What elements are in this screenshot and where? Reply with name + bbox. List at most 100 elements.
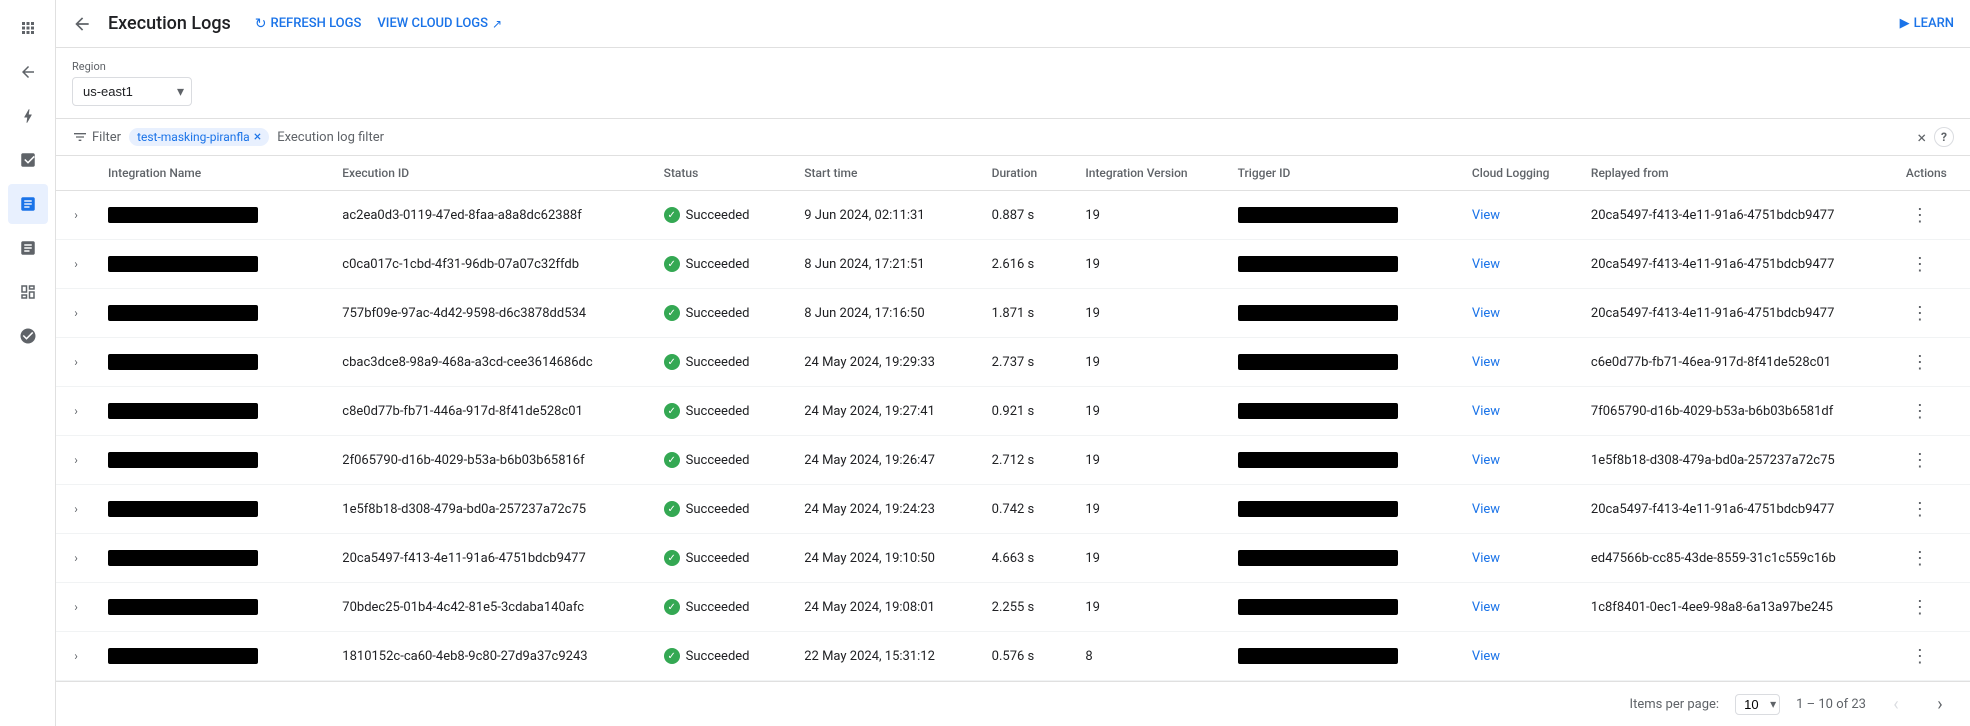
- refresh-logs-button[interactable]: ↻ REFRESH LOGS: [255, 16, 362, 32]
- per-page-select[interactable]: 5 10 25 50: [1735, 694, 1780, 715]
- region-label: Region: [72, 60, 1954, 73]
- duration-cell: 1.871 s: [980, 289, 1074, 338]
- row-more-button[interactable]: ⋮: [1906, 201, 1934, 229]
- replayed-from-cell: c6e0d77b-fb71-46ea-917d-8f41de528c01: [1579, 338, 1894, 387]
- cloud-logging-view-link[interactable]: View: [1472, 649, 1500, 664]
- status-icon: ✓: [664, 599, 680, 615]
- back-nav-icon[interactable]: [8, 52, 48, 92]
- row-more-button[interactable]: ⋮: [1906, 348, 1934, 376]
- cloud-logging-cell: View: [1460, 191, 1579, 240]
- replayed-from-cell: 20ca5497-f413-4e11-91a6-4751bdcb9477: [1579, 289, 1894, 338]
- start-time-cell: 24 May 2024, 19:27:41: [792, 387, 979, 436]
- header: Execution Logs ↻ REFRESH LOGS VIEW CLOUD…: [56, 0, 1970, 48]
- filter-chip-label: test-masking-piranfla: [137, 130, 250, 144]
- integration-name-cell: [96, 436, 330, 485]
- row-expand-button[interactable]: ›: [68, 404, 84, 418]
- replayed-from-cell: 20ca5497-f413-4e11-91a6-4751bdcb9477: [1579, 191, 1894, 240]
- start-time-cell: 24 May 2024, 19:29:33: [792, 338, 979, 387]
- cloud-logging-cell: View: [1460, 583, 1579, 632]
- row-more-button[interactable]: ⋮: [1906, 250, 1934, 278]
- filter-chip-close-icon[interactable]: ×: [254, 130, 261, 144]
- trigger-id-redacted: [1238, 354, 1398, 370]
- cloud-logging-view-link[interactable]: View: [1472, 600, 1500, 615]
- settings-icon[interactable]: [8, 316, 48, 356]
- row-expand-button[interactable]: ›: [68, 502, 84, 516]
- row-more-button[interactable]: ⋮: [1906, 397, 1934, 425]
- execution-id-cell: c8e0d77b-fb71-446a-917d-8f41de528c01: [330, 387, 651, 436]
- filter-button[interactable]: Filter: [72, 129, 121, 145]
- integration-name-redacted: [108, 501, 258, 517]
- row-more-button[interactable]: ⋮: [1906, 544, 1934, 572]
- execution-id-cell: 1e5f8b18-d308-479a-bd0a-257237a72c75: [330, 485, 651, 534]
- status-cell: ✓Succeeded: [652, 191, 793, 240]
- row-expand-button[interactable]: ›: [68, 649, 84, 663]
- executions-icon[interactable]: [8, 184, 48, 224]
- cloud-logging-view-link[interactable]: View: [1472, 502, 1500, 517]
- status-icon: ✓: [664, 403, 680, 419]
- status-text: Succeeded: [686, 453, 750, 468]
- duration-cell: 0.742 s: [980, 485, 1074, 534]
- row-expand-button[interactable]: ›: [68, 355, 84, 369]
- cloud-logging-cell: View: [1460, 289, 1579, 338]
- filter-chip[interactable]: test-masking-piranfla ×: [129, 128, 269, 146]
- integrations-icon[interactable]: [8, 96, 48, 136]
- row-more-button[interactable]: ⋮: [1906, 446, 1934, 474]
- cloud-logging-view-link[interactable]: View: [1472, 208, 1500, 223]
- templates-icon[interactable]: [8, 272, 48, 312]
- per-page-select-wrapper: 5 10 25 50 ▾: [1735, 694, 1780, 715]
- table-wrapper: Integration Name Execution ID Status Sta…: [56, 156, 1970, 681]
- trigger-id-cell: [1226, 387, 1460, 436]
- status-text: Succeeded: [686, 208, 750, 223]
- actions-cell: ⋮: [1894, 436, 1970, 485]
- row-expand-button[interactable]: ›: [68, 208, 84, 222]
- cloud-logging-cell: View: [1460, 485, 1579, 534]
- status-cell: ✓Succeeded: [652, 387, 793, 436]
- items-per-page-label: Items per page:: [1630, 697, 1720, 712]
- trigger-id-cell: [1226, 240, 1460, 289]
- integration-name-redacted: [108, 207, 258, 223]
- monitor-icon[interactable]: [8, 228, 48, 268]
- row-more-button[interactable]: ⋮: [1906, 593, 1934, 621]
- status-icon: ✓: [664, 256, 680, 272]
- col-name-header: Integration Name: [96, 156, 330, 191]
- region-select[interactable]: us-east1 us-central1 us-west1 europe-wes…: [72, 77, 192, 106]
- close-filter-icon[interactable]: ×: [1917, 128, 1926, 147]
- row-expand-button[interactable]: ›: [68, 600, 84, 614]
- cloud-logging-cell: View: [1460, 240, 1579, 289]
- row-expand-button[interactable]: ›: [68, 551, 84, 565]
- view-cloud-logs-button[interactable]: VIEW CLOUD LOGS ↗: [377, 16, 502, 31]
- cloud-logging-view-link[interactable]: View: [1472, 257, 1500, 272]
- learn-button[interactable]: ▶ LEARN: [1900, 16, 1954, 31]
- grid-icon[interactable]: [8, 8, 48, 48]
- pagination-next-button[interactable]: ›: [1926, 690, 1954, 718]
- cloud-logging-view-link[interactable]: View: [1472, 404, 1500, 419]
- duration-cell: 4.663 s: [980, 534, 1074, 583]
- trigger-id-redacted: [1238, 501, 1398, 517]
- status-text: Succeeded: [686, 257, 750, 272]
- main-content: Execution Logs ↻ REFRESH LOGS VIEW CLOUD…: [56, 0, 1970, 726]
- status-icon: ✓: [664, 354, 680, 370]
- connectors-icon[interactable]: [8, 140, 48, 180]
- integration-name-cell: [96, 485, 330, 534]
- cloud-logging-view-link[interactable]: View: [1472, 551, 1500, 566]
- pagination-prev-button[interactable]: ‹: [1882, 690, 1910, 718]
- cloud-logging-view-link[interactable]: View: [1472, 355, 1500, 370]
- row-more-button[interactable]: ⋮: [1906, 299, 1934, 327]
- row-more-button[interactable]: ⋮: [1906, 642, 1934, 670]
- actions-cell: ⋮: [1894, 338, 1970, 387]
- actions-cell: ⋮: [1894, 387, 1970, 436]
- start-time-cell: 24 May 2024, 19:26:47: [792, 436, 979, 485]
- back-button[interactable]: [72, 14, 92, 34]
- col-cloud-header: Cloud Logging: [1460, 156, 1579, 191]
- trigger-id-cell: [1226, 632, 1460, 681]
- status-cell: ✓Succeeded: [652, 583, 793, 632]
- cloud-logging-view-link[interactable]: View: [1472, 453, 1500, 468]
- integration-version-cell: 19: [1073, 240, 1225, 289]
- status-text: Succeeded: [686, 306, 750, 321]
- row-more-button[interactable]: ⋮: [1906, 495, 1934, 523]
- row-expand-button[interactable]: ›: [68, 306, 84, 320]
- help-icon[interactable]: ?: [1934, 127, 1954, 147]
- cloud-logging-view-link[interactable]: View: [1472, 306, 1500, 321]
- row-expand-button[interactable]: ›: [68, 453, 84, 467]
- row-expand-button[interactable]: ›: [68, 257, 84, 271]
